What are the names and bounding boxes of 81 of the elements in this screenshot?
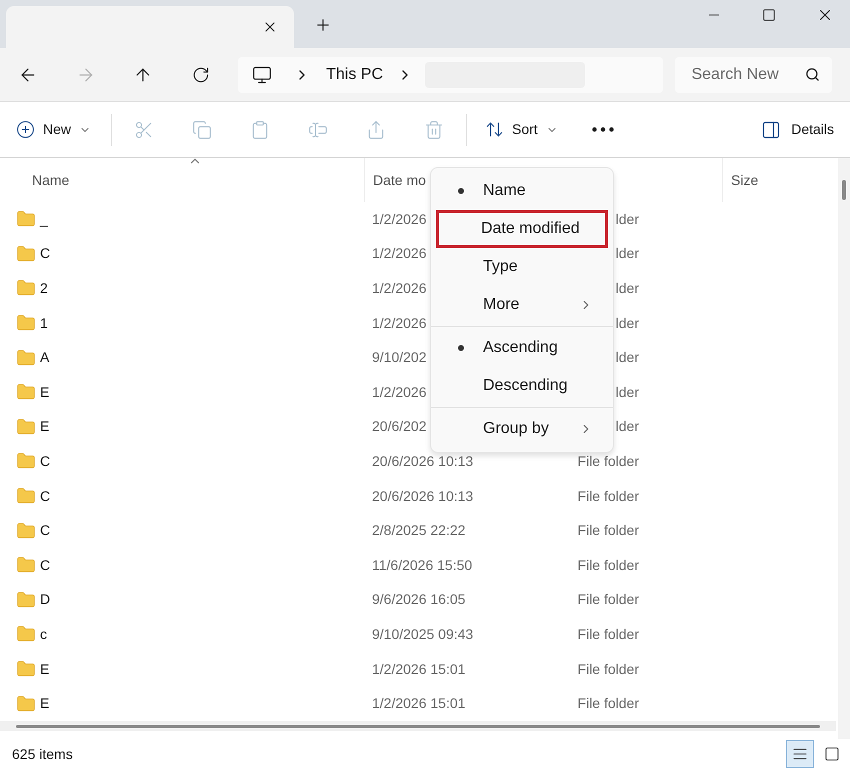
file-name[interactable]: E: [40, 418, 50, 434]
date-cell: 20/6/202: [372, 418, 426, 434]
file-name[interactable]: 2: [40, 280, 48, 296]
folder-icon: [16, 520, 36, 541]
date-cell: 1/2/2026: [372, 245, 426, 262]
item-count: 625 items: [12, 744, 73, 764]
monitor-icon: [252, 64, 272, 84]
type-cell-text: File folder: [578, 624, 639, 644]
type-cell-text: File folder: [578, 452, 639, 471]
type-cell-text: lder: [616, 348, 639, 368]
file-name[interactable]: C: [40, 245, 50, 262]
file-name[interactable]: C: [40, 522, 50, 538]
date-cell: 20/6/2026 10:13: [372, 488, 474, 504]
date-cell: 1/2/2026 15:01: [372, 695, 466, 712]
maximize-icon[interactable]: [762, 8, 776, 22]
search-icon: [805, 67, 820, 82]
file-name[interactable]: c: [40, 626, 47, 642]
type-cell-text: lder: [616, 382, 639, 402]
file-name[interactable]: 1: [40, 314, 48, 331]
type-cell-text: File folder: [578, 521, 639, 540]
folder-icon: [16, 244, 36, 264]
file-name[interactable]: _: [40, 210, 48, 227]
details-pane-icon: [761, 120, 782, 140]
file-name[interactable]: E: [40, 660, 50, 677]
date-cell: 1/2/2026: [372, 210, 426, 227]
details-button[interactable]: Details: [761, 119, 834, 140]
breadcrumb[interactable]: This PC: [326, 62, 383, 86]
vertical-scrollbar[interactable]: [838, 158, 850, 739]
folder-icon: [16, 590, 36, 610]
type-cell-text: lder: [616, 210, 639, 229]
menu-item[interactable]: Type: [436, 248, 608, 286]
type-cell-text: File folder: [578, 486, 639, 506]
column-header[interactable]: Name: [0, 158, 364, 202]
more-icon[interactable]: [592, 127, 614, 132]
menu-item[interactable]: Date modified: [436, 210, 608, 248]
type-cell-text: lder: [616, 278, 639, 298]
square-icon: [824, 746, 840, 762]
file-name[interactable]: E: [40, 695, 50, 712]
date-cell: 1/2/2026: [372, 280, 426, 296]
date-cell: 1/2/2026 15:01: [372, 660, 466, 677]
folder-icon: [16, 416, 36, 437]
type-cell-text: File folder: [578, 590, 639, 610]
file-name[interactable]: C: [40, 556, 50, 573]
horizontal-scrollbar[interactable]: [0, 721, 836, 731]
search-field[interactable]: Search New: [675, 56, 832, 92]
menu-item[interactable]: More: [436, 286, 608, 324]
date-cell: 20/6/2026 10:13: [372, 452, 474, 469]
folder-icon: [16, 348, 36, 368]
date-cell: 2/8/2025 22:22: [372, 522, 466, 538]
sort-icon: [485, 120, 504, 139]
file-name[interactable]: A: [40, 349, 50, 366]
plus-icon: [16, 120, 35, 139]
address-bar[interactable]: This PC: [238, 56, 664, 92]
refresh-icon[interactable]: [192, 66, 210, 84]
date-cell: 1/2/2026: [372, 384, 426, 400]
menu-item[interactable]: Descending: [436, 367, 608, 405]
date-cell: 1/2/2026: [372, 314, 426, 331]
date-cell: 9/10/2025 09:43: [372, 626, 474, 642]
type-cell-text: File folder: [578, 556, 639, 575]
file-name[interactable]: D: [40, 591, 50, 608]
list-icon: [792, 746, 808, 762]
date-cell: 9/6/2026 16:05: [372, 591, 466, 608]
sort-button[interactable]: Sort: [485, 119, 558, 140]
file-name[interactable]: C: [40, 488, 50, 504]
file-name[interactable]: C: [40, 452, 50, 469]
type-cell-text: lder: [616, 314, 639, 333]
date-cell: 9/10/202: [372, 349, 426, 366]
folder-icon: [16, 694, 36, 714]
type-cell-text: File folder: [578, 694, 639, 714]
type-cell-text: File folder: [578, 660, 639, 679]
column-header[interactable]: Size: [722, 158, 836, 202]
date-cell: 11/6/2026 15:50: [372, 556, 472, 573]
menu-item[interactable]: Name: [436, 172, 608, 210]
menu-item[interactable]: Ascending: [436, 329, 608, 367]
menu-item[interactable]: Group by: [436, 410, 608, 448]
new-button[interactable]: New: [16, 119, 92, 140]
details-view-button[interactable]: [786, 740, 814, 768]
file-name[interactable]: E: [40, 384, 50, 400]
search-input[interactable]: Search New: [691, 62, 802, 86]
type-cell-text: lder: [616, 417, 639, 436]
type-cell-text: lder: [616, 244, 639, 264]
